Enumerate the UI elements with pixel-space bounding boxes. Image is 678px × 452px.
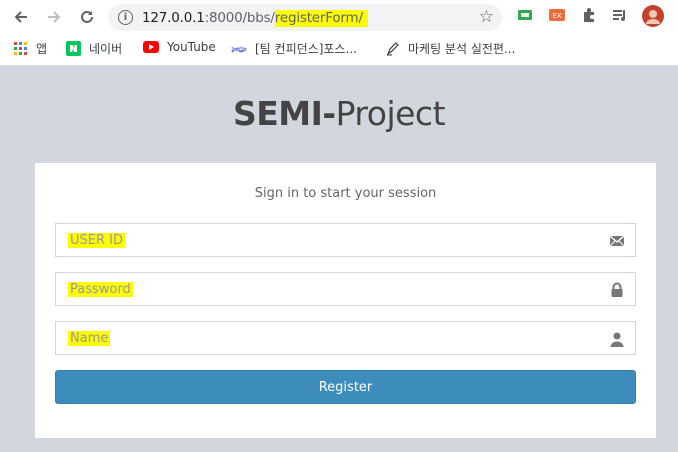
address-bar[interactable]: i 127.0.0.1:8000/bbs/registerForm/ ☆ — [108, 4, 502, 31]
url-host: 127.0.0.1 — [142, 10, 205, 26]
bookmark-label: 네이버 — [89, 42, 123, 56]
arrow-right-icon — [48, 11, 61, 23]
confluence-icon — [231, 45, 247, 53]
lock-icon — [611, 282, 623, 297]
password-input[interactable] — [56, 273, 635, 305]
extension-ex-icon[interactable]: EX — [549, 7, 565, 28]
bookmark-confluence[interactable]: [팀 컨피던스]포스... — [231, 40, 357, 57]
reload-icon — [81, 10, 93, 23]
envelope-icon — [609, 235, 625, 247]
bookmark-marketing[interactable]: 마케팅 분석 실전편... — [386, 40, 515, 57]
url-text[interactable]: 127.0.0.1:8000/bbs/registerForm/ — [142, 10, 368, 27]
name-field[interactable]: Name — [55, 321, 636, 355]
bookmark-label: 앱 — [36, 42, 48, 56]
bookmark-label: [팀 컨피던스]포스... — [255, 42, 357, 56]
browser-toolbar: i 127.0.0.1:8000/bbs/registerForm/ ☆ EX — [0, 0, 678, 34]
register-box: Sign in to start your session USER ID Pa… — [35, 163, 656, 438]
extension-green-icon[interactable] — [517, 7, 533, 28]
bookmark-apps[interactable]: 앱 — [14, 40, 47, 57]
bookmarks-bar: 앱 네이버 YouTube [팀 컨피던스]포스... 마케팅 분석 실전편..… — [0, 34, 678, 66]
bookmark-label: YouTube — [167, 40, 216, 54]
name-input[interactable] — [56, 322, 635, 354]
pen-icon — [386, 41, 399, 56]
bookmark-label: 마케팅 분석 실전편... — [408, 42, 516, 56]
userid-input[interactable] — [56, 224, 635, 256]
password-field[interactable]: Password — [55, 272, 636, 306]
youtube-icon — [143, 41, 159, 53]
bookmark-youtube[interactable]: YouTube — [143, 40, 216, 54]
user-icon — [610, 332, 624, 347]
back-button[interactable] — [9, 5, 33, 29]
svg-text:EX: EX — [552, 12, 561, 20]
url-highlight: registerForm/ — [274, 10, 368, 27]
media-playlist-icon[interactable] — [612, 7, 628, 28]
bookmark-naver[interactable]: 네이버 — [66, 40, 122, 57]
forward-button[interactable] — [42, 5, 66, 29]
profile-avatar-icon[interactable] — [642, 5, 664, 32]
register-button[interactable]: Register — [55, 370, 636, 404]
userid-field[interactable]: USER ID — [55, 223, 636, 257]
apps-grid-icon — [14, 41, 27, 55]
reload-button[interactable] — [75, 5, 99, 29]
url-path: :8000/bbs/ — [204, 10, 275, 26]
naver-icon — [66, 41, 81, 56]
bookmark-star-icon[interactable]: ☆ — [479, 7, 494, 27]
register-button-label: Register — [318, 379, 373, 395]
page-logo: SEMI-Project — [0, 94, 678, 133]
extensions-puzzle-icon[interactable] — [581, 7, 597, 28]
arrow-left-icon — [14, 11, 27, 23]
login-box-message: Sign in to start your session — [254, 186, 437, 201]
logo-bold-text: SEMI- — [232, 94, 336, 133]
info-icon[interactable]: i — [118, 10, 133, 25]
logo-light-text: Project — [335, 94, 446, 133]
